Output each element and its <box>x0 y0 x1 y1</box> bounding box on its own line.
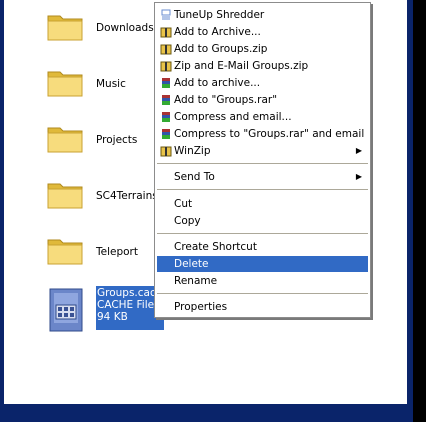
folder-icon <box>47 239 83 265</box>
submenu-arrow-icon: ▶ <box>355 146 362 155</box>
menu-separator <box>157 293 368 294</box>
menu-item-copy[interactable]: Copy <box>157 213 368 229</box>
folder-icon <box>47 183 83 209</box>
menu-separator <box>157 233 368 234</box>
menu-item-add-to-zip[interactable]: Add to Groups.zip <box>157 41 368 57</box>
menu-item-zip-and-email[interactable]: Zip and E-Mail Groups.zip <box>157 58 368 74</box>
folder-label: Teleport <box>96 246 138 258</box>
shredder-icon <box>161 9 171 20</box>
menu-item-winzip[interactable]: WinZip ▶ <box>157 143 368 159</box>
menu-item-tuneup-shredder[interactable]: TuneUp Shredder <box>157 7 368 23</box>
folder-label: Downloads <box>96 22 154 34</box>
menu-item-add-to-groups-rar[interactable]: Add to "Groups.rar" <box>157 92 368 108</box>
menu-item-delete[interactable]: Delete <box>157 256 368 272</box>
folder-icon <box>47 71 83 97</box>
winrar-icon <box>162 129 170 139</box>
folder-icon <box>47 15 83 41</box>
winrar-icon <box>162 112 170 122</box>
context-menu: TuneUp Shredder Add to Archive... Add to… <box>154 2 371 318</box>
zip-icon <box>160 44 172 55</box>
folder-label: SC4Terrains <box>96 190 158 202</box>
menu-item-properties[interactable]: Properties <box>157 299 368 315</box>
submenu-arrow-icon: ▶ <box>355 172 362 181</box>
archive-icon <box>160 27 172 38</box>
winrar-icon <box>162 78 170 88</box>
folder-icon <box>47 127 83 153</box>
folder-label: Projects <box>96 134 138 146</box>
menu-item-add-to-archive[interactable]: Add to Archive... <box>157 24 368 40</box>
winzip-icon <box>160 146 172 157</box>
menu-item-send-to[interactable]: Send To ▶ <box>157 169 368 185</box>
menu-item-create-shortcut[interactable]: Create Shortcut <box>157 239 368 255</box>
menu-separator <box>157 163 368 164</box>
zip-email-icon <box>160 61 172 72</box>
menu-item-compress-and-email[interactable]: Compress and email... <box>157 109 368 125</box>
menu-item-cut[interactable]: Cut <box>157 196 368 212</box>
cache-file-icon <box>49 288 83 332</box>
winrar-icon <box>162 95 170 105</box>
folder-label: Music <box>96 78 126 90</box>
menu-item-compress-to-rar-and-email[interactable]: Compress to "Groups.rar" and email <box>157 126 368 142</box>
menu-item-add-to-archive-rar[interactable]: Add to archive... <box>157 75 368 91</box>
menu-separator <box>157 189 368 190</box>
menu-item-rename[interactable]: Rename <box>157 273 368 289</box>
